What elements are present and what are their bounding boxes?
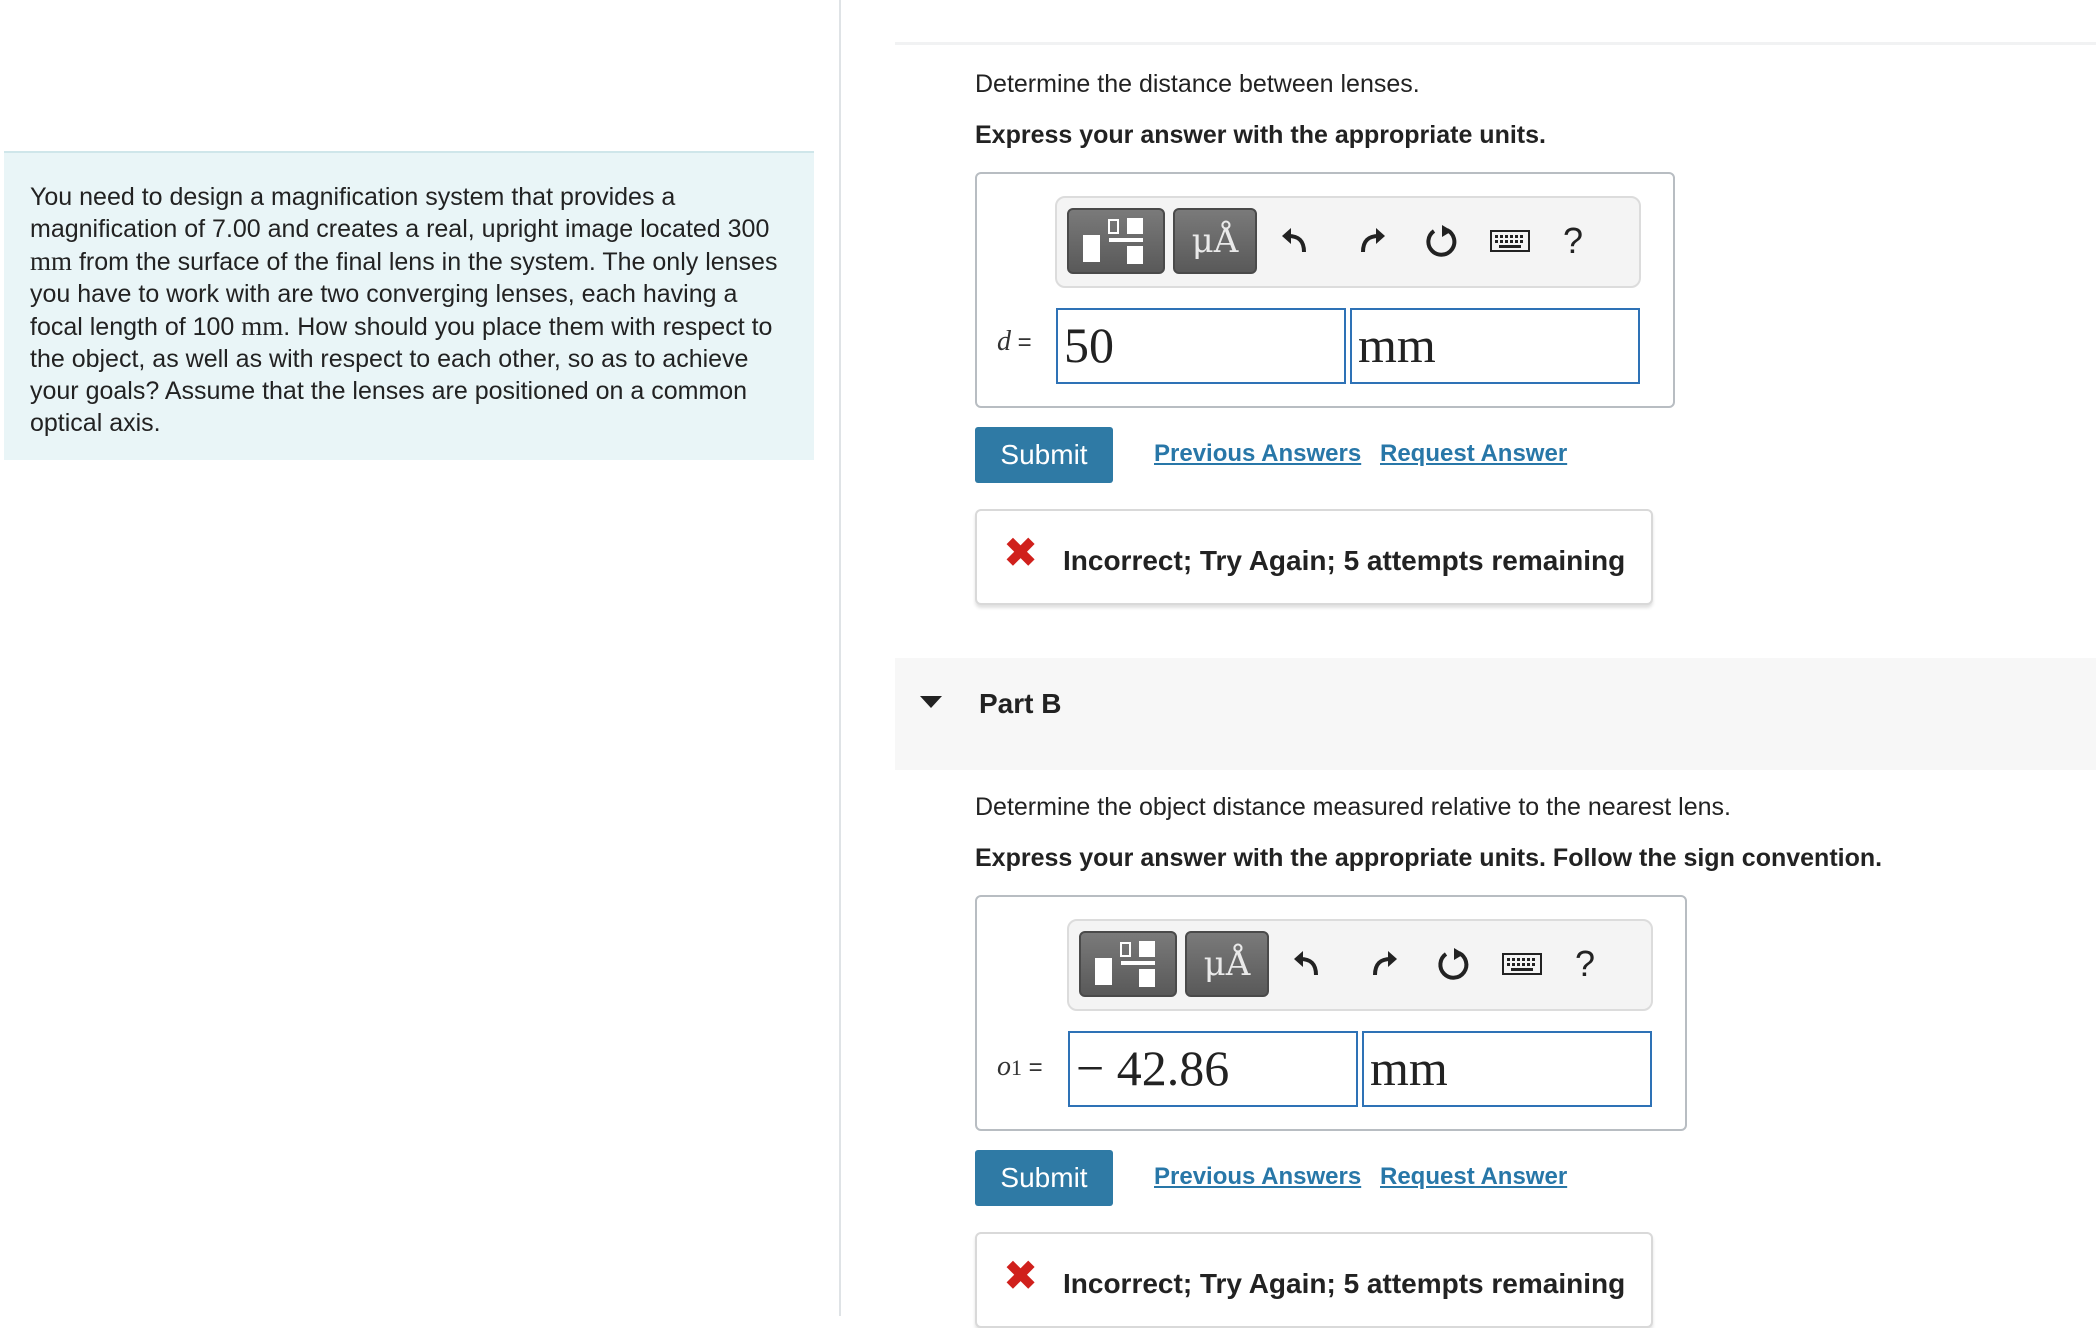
part-b-math-toolbar: μÅ ? — [1067, 919, 1653, 1011]
fraction-template-button[interactable] — [1067, 208, 1165, 274]
part-b-request-answer-link[interactable]: Request Answer — [1380, 1163, 1567, 1191]
problem-unit-2: mm — [241, 311, 284, 341]
part-b-previous-answers-link[interactable]: Previous Answers — [1154, 1163, 1361, 1191]
part-b-unit-input[interactable]: mm — [1362, 1031, 1652, 1107]
part-b-value-input[interactable]: − 42.86 — [1068, 1031, 1358, 1107]
part-a-feedback: ✖ Incorrect; Try Again; 5 attempts remai… — [975, 509, 1653, 605]
fraction-template-button[interactable] — [1079, 931, 1177, 997]
part-b-prompt: Determine the object distance measured r… — [975, 793, 1731, 821]
panel-divider — [839, 0, 841, 1316]
problem-statement: You need to design a magnification syste… — [4, 151, 814, 460]
part-b-instruction: Express your answer with the appropriate… — [975, 844, 1883, 872]
fraction-template-icon — [1083, 218, 1143, 264]
variable-d: d — [997, 326, 1011, 357]
reset-icon[interactable] — [1419, 218, 1463, 264]
part-a-math-toolbar: μÅ ? — [1055, 196, 1641, 288]
part-a-submit-button[interactable]: Submit — [975, 427, 1113, 483]
part-a-request-answer-link[interactable]: Request Answer — [1380, 440, 1567, 468]
part-a-unit-input[interactable]: mm — [1350, 308, 1640, 384]
part-b-title[interactable]: Part B — [979, 688, 1061, 720]
variable-subscript: 1 — [1011, 1055, 1022, 1080]
part-b-submit-button[interactable]: Submit — [975, 1150, 1113, 1206]
part-b-variable-label: o1 = — [997, 1051, 1043, 1083]
part-a-variable-label: d = — [997, 326, 1032, 358]
part-a-instruction: Express your answer with the appropriate… — [975, 121, 1546, 149]
equals-sign: = — [1022, 1054, 1043, 1081]
reset-icon[interactable] — [1431, 941, 1475, 987]
section-top-border — [895, 42, 2096, 45]
help-icon[interactable]: ? — [1551, 218, 1595, 264]
collapse-caret-icon[interactable] — [920, 696, 942, 708]
undo-icon[interactable] — [1273, 218, 1317, 264]
part-b-header[interactable] — [895, 658, 2096, 770]
fraction-template-icon — [1095, 941, 1155, 987]
help-icon[interactable]: ? — [1563, 941, 1607, 987]
problem-text-1: You need to design a magnification syste… — [30, 183, 770, 243]
keyboard-icon[interactable] — [1500, 941, 1544, 987]
redo-icon[interactable] — [1362, 941, 1406, 987]
part-b-answer-box: μÅ ? o1 = − 42.86 mm — [975, 895, 1687, 1131]
redo-icon[interactable] — [1350, 218, 1394, 264]
part-a-value-input[interactable]: 50 — [1056, 308, 1346, 384]
part-a-prompt: Determine the distance between lenses. — [975, 70, 1420, 98]
part-a-answer-box: μÅ ? d = 50 mm — [975, 172, 1675, 408]
part-b-feedback-text: Incorrect; Try Again; 5 attempts remaini… — [1063, 1268, 1626, 1299]
part-b-feedback: ✖ Incorrect; Try Again; 5 attempts remai… — [975, 1232, 1653, 1328]
equals-sign: = — [1011, 329, 1032, 356]
keyboard-icon[interactable] — [1488, 218, 1532, 264]
undo-icon[interactable] — [1285, 941, 1329, 987]
part-a-previous-answers-link[interactable]: Previous Answers — [1154, 440, 1361, 468]
variable-o: o — [997, 1051, 1011, 1082]
incorrect-x-icon: ✖ — [1003, 529, 1039, 576]
units-button[interactable]: μÅ — [1173, 208, 1257, 274]
problem-unit-1: mm — [30, 246, 73, 276]
part-a-feedback-text: Incorrect; Try Again; 5 attempts remaini… — [1063, 545, 1626, 576]
incorrect-x-icon: ✖ — [1003, 1252, 1039, 1299]
units-button[interactable]: μÅ — [1185, 931, 1269, 997]
